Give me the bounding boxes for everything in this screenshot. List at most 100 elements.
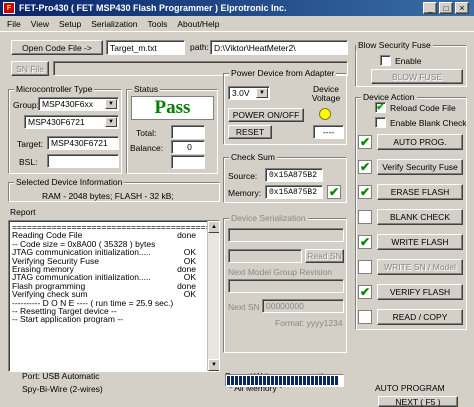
checksum-source-label: Source:: [228, 171, 258, 181]
write-flash-button[interactable]: WRITE FLASH: [377, 234, 463, 250]
reload-code-checkbox[interactable]: ✔: [375, 102, 386, 113]
sn-file-button[interactable]: SN File: [11, 61, 49, 76]
progress-bar: [225, 374, 344, 387]
progress-segment: [267, 376, 270, 385]
checksum-source-field: 0x15A875B2: [265, 168, 323, 182]
progress-segment: [303, 376, 306, 385]
code-filename-field[interactable]: Target_m.txt: [106, 40, 185, 55]
progress-segment: [331, 376, 334, 385]
menu-about[interactable]: About/Help: [172, 19, 224, 29]
write-sn-model-button[interactable]: WRITE SN / Model: [377, 259, 463, 275]
group-select-value: MSP430F6xx: [42, 99, 94, 109]
report-line: -- Start application program --: [12, 314, 216, 325]
progress-segment: [251, 376, 254, 385]
verify-flash-check-icon: ✔: [358, 285, 372, 299]
checksum-memory-field: 0x15A875B2: [265, 185, 323, 199]
next-sn-field: 00000000: [262, 299, 344, 313]
open-code-file-button[interactable]: Open Code File ->: [11, 40, 103, 55]
bsl-label: BSL:: [19, 157, 38, 167]
menu-view[interactable]: View: [26, 19, 54, 29]
balance-label: Balance:: [130, 143, 164, 153]
code-path-field[interactable]: D:\Viktor\HeatMeter2\: [210, 40, 348, 55]
target-field: MSP430F6721: [47, 136, 119, 150]
read-copy-check-icon: [358, 310, 372, 324]
verify-security-fuse-check-icon: ✔: [358, 160, 372, 174]
progress-segment: [243, 376, 246, 385]
progress-segment: [231, 376, 234, 385]
port-label: Port: USB Automatic: [22, 371, 100, 381]
progress-segment: [299, 376, 302, 385]
read-sn-button[interactable]: Read SN: [305, 249, 344, 263]
checksum-memory-label: Memory:: [228, 188, 262, 198]
voltage-select-value: 3.0V: [232, 88, 250, 98]
menu-bar: File View Setup Serialization Tools Abou…: [0, 16, 474, 32]
window-title: FET-Pro430 ( FET MSP430 Flash Programmer…: [19, 3, 287, 13]
mcu-title: Microcontroller Type: [14, 84, 95, 94]
status-title: Status: [132, 84, 161, 94]
minimize-button[interactable]: _: [423, 2, 437, 14]
device-action-title: Device Action: [361, 92, 417, 102]
sn-format-label: Format: yyyy1234: [275, 318, 343, 328]
group-label: Group:: [13, 100, 39, 110]
title-bar[interactable]: F FET-Pro430 ( FET MSP430 Flash Programm…: [0, 0, 474, 16]
voltage-readout: ----: [313, 125, 344, 139]
serialization-field-1: [228, 228, 344, 242]
menu-setup[interactable]: Setup: [54, 19, 86, 29]
reset-button[interactable]: RESET: [228, 125, 272, 139]
enable-fuse-checkbox[interactable]: [380, 55, 391, 66]
blow-fuse-title: Blow Security Fuse: [356, 40, 433, 50]
checksum-title: Check Sum: [229, 152, 277, 162]
auto-prog-button[interactable]: AUTO PROG.: [377, 134, 463, 150]
device-select-value: MSP430F6721: [28, 117, 85, 127]
progress-segment: [335, 376, 338, 385]
close-button[interactable]: ×: [455, 2, 469, 14]
chevron-down-icon: ▼: [105, 117, 117, 127]
progress-segment: [255, 376, 258, 385]
menu-file[interactable]: File: [2, 19, 26, 29]
menu-tools[interactable]: Tools: [143, 19, 173, 29]
progress-segment: [275, 376, 278, 385]
maximize-button[interactable]: □: [439, 2, 453, 14]
next-f5-button[interactable]: NEXT ( F5 ): [378, 396, 458, 407]
scroll-down-icon[interactable]: ▼: [208, 359, 219, 371]
status-result: Pass: [131, 96, 214, 120]
next-model-field: [228, 279, 344, 293]
report-line-text: -- Start application program --: [12, 314, 124, 325]
write-sn-model-check-icon: [358, 260, 372, 274]
report-title: Report: [10, 207, 36, 217]
bsl-field: [47, 154, 119, 168]
blank-check-checkbox[interactable]: [375, 117, 386, 128]
device-info-title: Selected Device Information: [14, 177, 125, 187]
verify-security-fuse-button[interactable]: Verify Security Fuse: [377, 159, 463, 175]
report-log[interactable]: ========================================…: [8, 220, 220, 372]
progress-segment: [239, 376, 242, 385]
blank-check-label: Enable Blank Check: [390, 118, 467, 128]
scroll-up-icon[interactable]: ▲: [208, 221, 219, 233]
progress-segment: [247, 376, 250, 385]
device-select[interactable]: MSP430F6721 ▼: [24, 115, 119, 129]
group-select[interactable]: MSP430F6xx ▼: [38, 97, 119, 111]
progress-segment: [279, 376, 282, 385]
serialization-field-2: [228, 249, 302, 263]
power-led-icon: [319, 108, 331, 120]
blank-check-button[interactable]: BLANK CHECK: [377, 209, 463, 225]
enable-fuse-label: Enable: [395, 56, 422, 66]
auto-program-title: AUTO PROGRAM: [375, 383, 445, 393]
total-field: [171, 125, 205, 139]
erase-flash-button[interactable]: ERASE FLASH: [377, 184, 463, 200]
progress-segment: [259, 376, 262, 385]
device-voltage-label: Device Voltage: [311, 84, 341, 103]
chevron-down-icon: ▼: [256, 88, 268, 98]
power-onoff-button[interactable]: POWER ON/OFF: [228, 108, 304, 122]
report-scrollbar[interactable]: ▲ ▼: [207, 221, 219, 371]
read-copy-button[interactable]: READ / COPY: [377, 309, 463, 325]
erase-flash-check-icon: ✔: [358, 185, 372, 199]
verify-flash-button[interactable]: VERIFY FLASH: [377, 284, 463, 300]
progress-segment: [311, 376, 314, 385]
voltage-select[interactable]: 3.0V ▼: [228, 86, 270, 100]
blow-fuse-button[interactable]: BLOW FUSE: [371, 69, 463, 84]
menu-serialization[interactable]: Serialization: [86, 19, 142, 29]
device-info-text: RAM - 2048 bytes; FLASH - 32 kB;: [42, 191, 174, 201]
balance-extra-field: [171, 155, 205, 169]
write-flash-check-icon: ✔: [358, 235, 372, 249]
